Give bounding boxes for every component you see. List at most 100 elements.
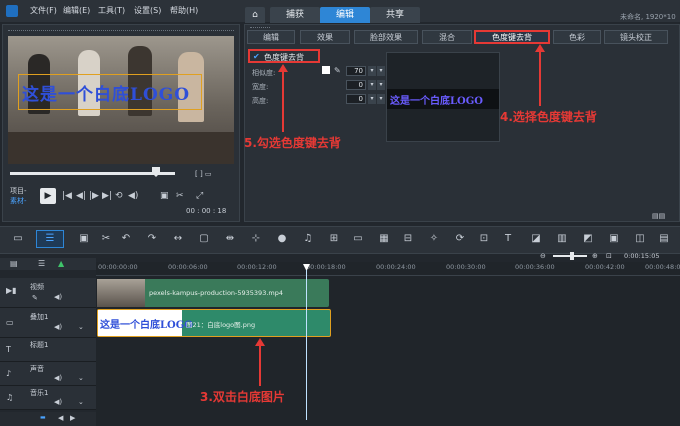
- tab-face-effect[interactable]: 脸部效果: [354, 30, 418, 44]
- menu-edit[interactable]: 编辑(E): [63, 5, 90, 16]
- chapter-marker-icon[interactable]: ▲: [58, 259, 64, 268]
- track-header-music[interactable]: ♫ 音乐1 ◀) ⌄: [0, 386, 96, 410]
- zoom-out-icon[interactable]: ⊖: [540, 252, 546, 260]
- audio-icon[interactable]: ▤: [658, 233, 670, 245]
- fullscreen-icon[interactable]: ⤢: [196, 191, 203, 201]
- similarity-input[interactable]: 70: [346, 66, 366, 76]
- tab-edit-options[interactable]: 编辑: [247, 30, 295, 44]
- speed-icon[interactable]: ▥: [556, 233, 568, 245]
- repeat-icon[interactable]: ⟲: [115, 191, 123, 201]
- video-preview[interactable]: 这是一个白底LOGO: [8, 36, 234, 164]
- clip-mode-label[interactable]: 素材-: [10, 196, 27, 206]
- width-dropdown[interactable]: ▾: [377, 80, 385, 90]
- color-grading-icon[interactable]: ◪: [530, 233, 542, 245]
- tab-chroma-key[interactable]: 色度键去背: [474, 30, 550, 44]
- zoom-slider-handle[interactable]: [570, 252, 574, 260]
- expand-icon[interactable]: ⌄: [78, 374, 84, 382]
- graphics-icon[interactable]: ▣: [608, 233, 620, 245]
- track-manager-icon[interactable]: ▣: [78, 233, 90, 245]
- split-clip-icon[interactable]: ✂: [176, 191, 184, 201]
- project-mode-label[interactable]: 项目-: [10, 186, 27, 196]
- play-icon[interactable]: ▶: [40, 188, 56, 204]
- similarity-dropdown[interactable]: ▾: [377, 66, 385, 76]
- similarity-stepper[interactable]: ▾: [368, 66, 376, 76]
- tab-edit[interactable]: 编辑: [320, 7, 370, 23]
- stabilize-icon[interactable]: ⊡: [478, 233, 490, 245]
- track-header-video[interactable]: ▶▮ 视频 ✎ ◀): [0, 278, 96, 308]
- speaker-icon[interactable]: ◀): [54, 398, 62, 406]
- video-clip[interactable]: pexels-kampus-production-5935393.mp4: [97, 279, 329, 307]
- home-icon[interactable]: ⌂: [245, 7, 265, 23]
- panel-options-icon[interactable]: ▤▤: [652, 212, 665, 220]
- motion-icon[interactable]: ⇹: [224, 233, 236, 245]
- timeline-view-icon[interactable]: ☰: [44, 233, 56, 245]
- skip-start-icon[interactable]: |◀: [62, 191, 72, 201]
- split-screen-icon[interactable]: ⊟: [402, 233, 414, 245]
- tab-capture[interactable]: 捕获: [270, 7, 320, 23]
- fit-project-icon[interactable]: ⊡: [606, 252, 612, 260]
- menu-help[interactable]: 帮助(H): [170, 5, 198, 16]
- playhead-line[interactable]: [306, 270, 307, 420]
- tab-color[interactable]: 色彩: [553, 30, 601, 44]
- height-stepper[interactable]: ▾: [368, 94, 376, 104]
- edit-icon[interactable]: ✎: [32, 294, 38, 302]
- eyedropper-icon[interactable]: ✎: [334, 66, 341, 75]
- track-header-overlay[interactable]: ▭ 叠加1 ◀) ⌄: [0, 308, 96, 338]
- expand-icon[interactable]: ⌄: [78, 323, 84, 331]
- step-forward-icon[interactable]: |▶: [89, 191, 99, 201]
- track-header-voice[interactable]: ♪ 声音 ◀) ⌄: [0, 362, 96, 386]
- scroll-left-icon[interactable]: ◀: [58, 414, 63, 422]
- tab-lens-correction[interactable]: 镜头校正: [604, 30, 668, 44]
- tools-icon[interactable]: ✂: [100, 233, 112, 245]
- track-manager-toggle-icon[interactable]: ▤: [10, 259, 18, 268]
- timeline-time[interactable]: 0:00:15:05: [624, 252, 660, 260]
- step-back-icon[interactable]: ◀|: [76, 191, 86, 201]
- chroma-key-checkbox-row[interactable]: ✔ 色度键去背: [248, 49, 320, 63]
- overlay-clip[interactable]: 这是一个白底LOGO 图21：白底logo图.png: [97, 309, 331, 337]
- record-icon[interactable]: ●: [276, 233, 288, 245]
- transition-icon[interactable]: ◩: [582, 233, 594, 245]
- width-stepper[interactable]: ▾: [368, 80, 376, 90]
- chroma-key-checkbox-label[interactable]: 色度键去背: [264, 52, 304, 63]
- multi-cam-icon[interactable]: ▦: [378, 233, 390, 245]
- height-dropdown[interactable]: ▾: [377, 94, 385, 104]
- speaker-icon[interactable]: ◀): [54, 374, 62, 382]
- volume-icon[interactable]: ◀): [128, 191, 138, 201]
- tab-effect[interactable]: 效果: [300, 30, 350, 44]
- menu-settings[interactable]: 设置(S): [134, 5, 161, 16]
- checkbox-check-icon[interactable]: ✔: [253, 52, 260, 61]
- fit-timeline-icon[interactable]: ↔: [172, 233, 184, 245]
- redo-icon[interactable]: ↷: [146, 233, 158, 245]
- trim-markers[interactable]: [ ] ▭: [195, 170, 231, 178]
- audio-mixer-icon[interactable]: ♫: [302, 233, 314, 245]
- subtitle-icon[interactable]: ▭: [352, 233, 364, 245]
- zoom-in-icon[interactable]: ⊕: [592, 252, 598, 260]
- width-input[interactable]: 0: [346, 80, 366, 90]
- track-motion-icon[interactable]: ⟳: [454, 233, 466, 245]
- tab-share[interactable]: 共享: [370, 7, 420, 23]
- scroll-right-icon[interactable]: ▶: [70, 414, 75, 422]
- menu-file[interactable]: 文件(F): [30, 5, 57, 16]
- storyboard-view-icon[interactable]: ▭: [12, 233, 24, 245]
- timecode[interactable]: 00 : 00 : 18: [186, 207, 226, 215]
- height-input[interactable]: 0: [346, 94, 366, 104]
- track-list-icon[interactable]: ☰: [38, 259, 45, 268]
- skip-end-icon[interactable]: ▶|: [102, 191, 112, 201]
- speaker-icon[interactable]: ◀): [54, 293, 62, 301]
- snapshot-icon[interactable]: ▣: [160, 191, 169, 201]
- scroll-indicator[interactable]: ▬: [40, 414, 46, 421]
- expand-icon[interactable]: ⌄: [78, 398, 84, 406]
- mask-icon[interactable]: ✧: [428, 233, 440, 245]
- speaker-icon[interactable]: ◀): [54, 323, 62, 331]
- menu-tools[interactable]: 工具(T): [98, 5, 125, 16]
- title-icon[interactable]: T: [502, 233, 514, 245]
- crop-icon[interactable]: ⊹: [250, 233, 262, 245]
- tab-blend[interactable]: 混合: [422, 30, 472, 44]
- auto-music-icon[interactable]: ⊞: [328, 233, 340, 245]
- filter-icon[interactable]: ◫: [634, 233, 646, 245]
- scrub-bar-track[interactable]: [10, 172, 175, 175]
- track-header-title[interactable]: T 标题1: [0, 338, 96, 362]
- undo-icon[interactable]: ↶: [120, 233, 132, 245]
- key-color-swatch[interactable]: [322, 66, 330, 74]
- media-icon[interactable]: ▢: [198, 233, 210, 245]
